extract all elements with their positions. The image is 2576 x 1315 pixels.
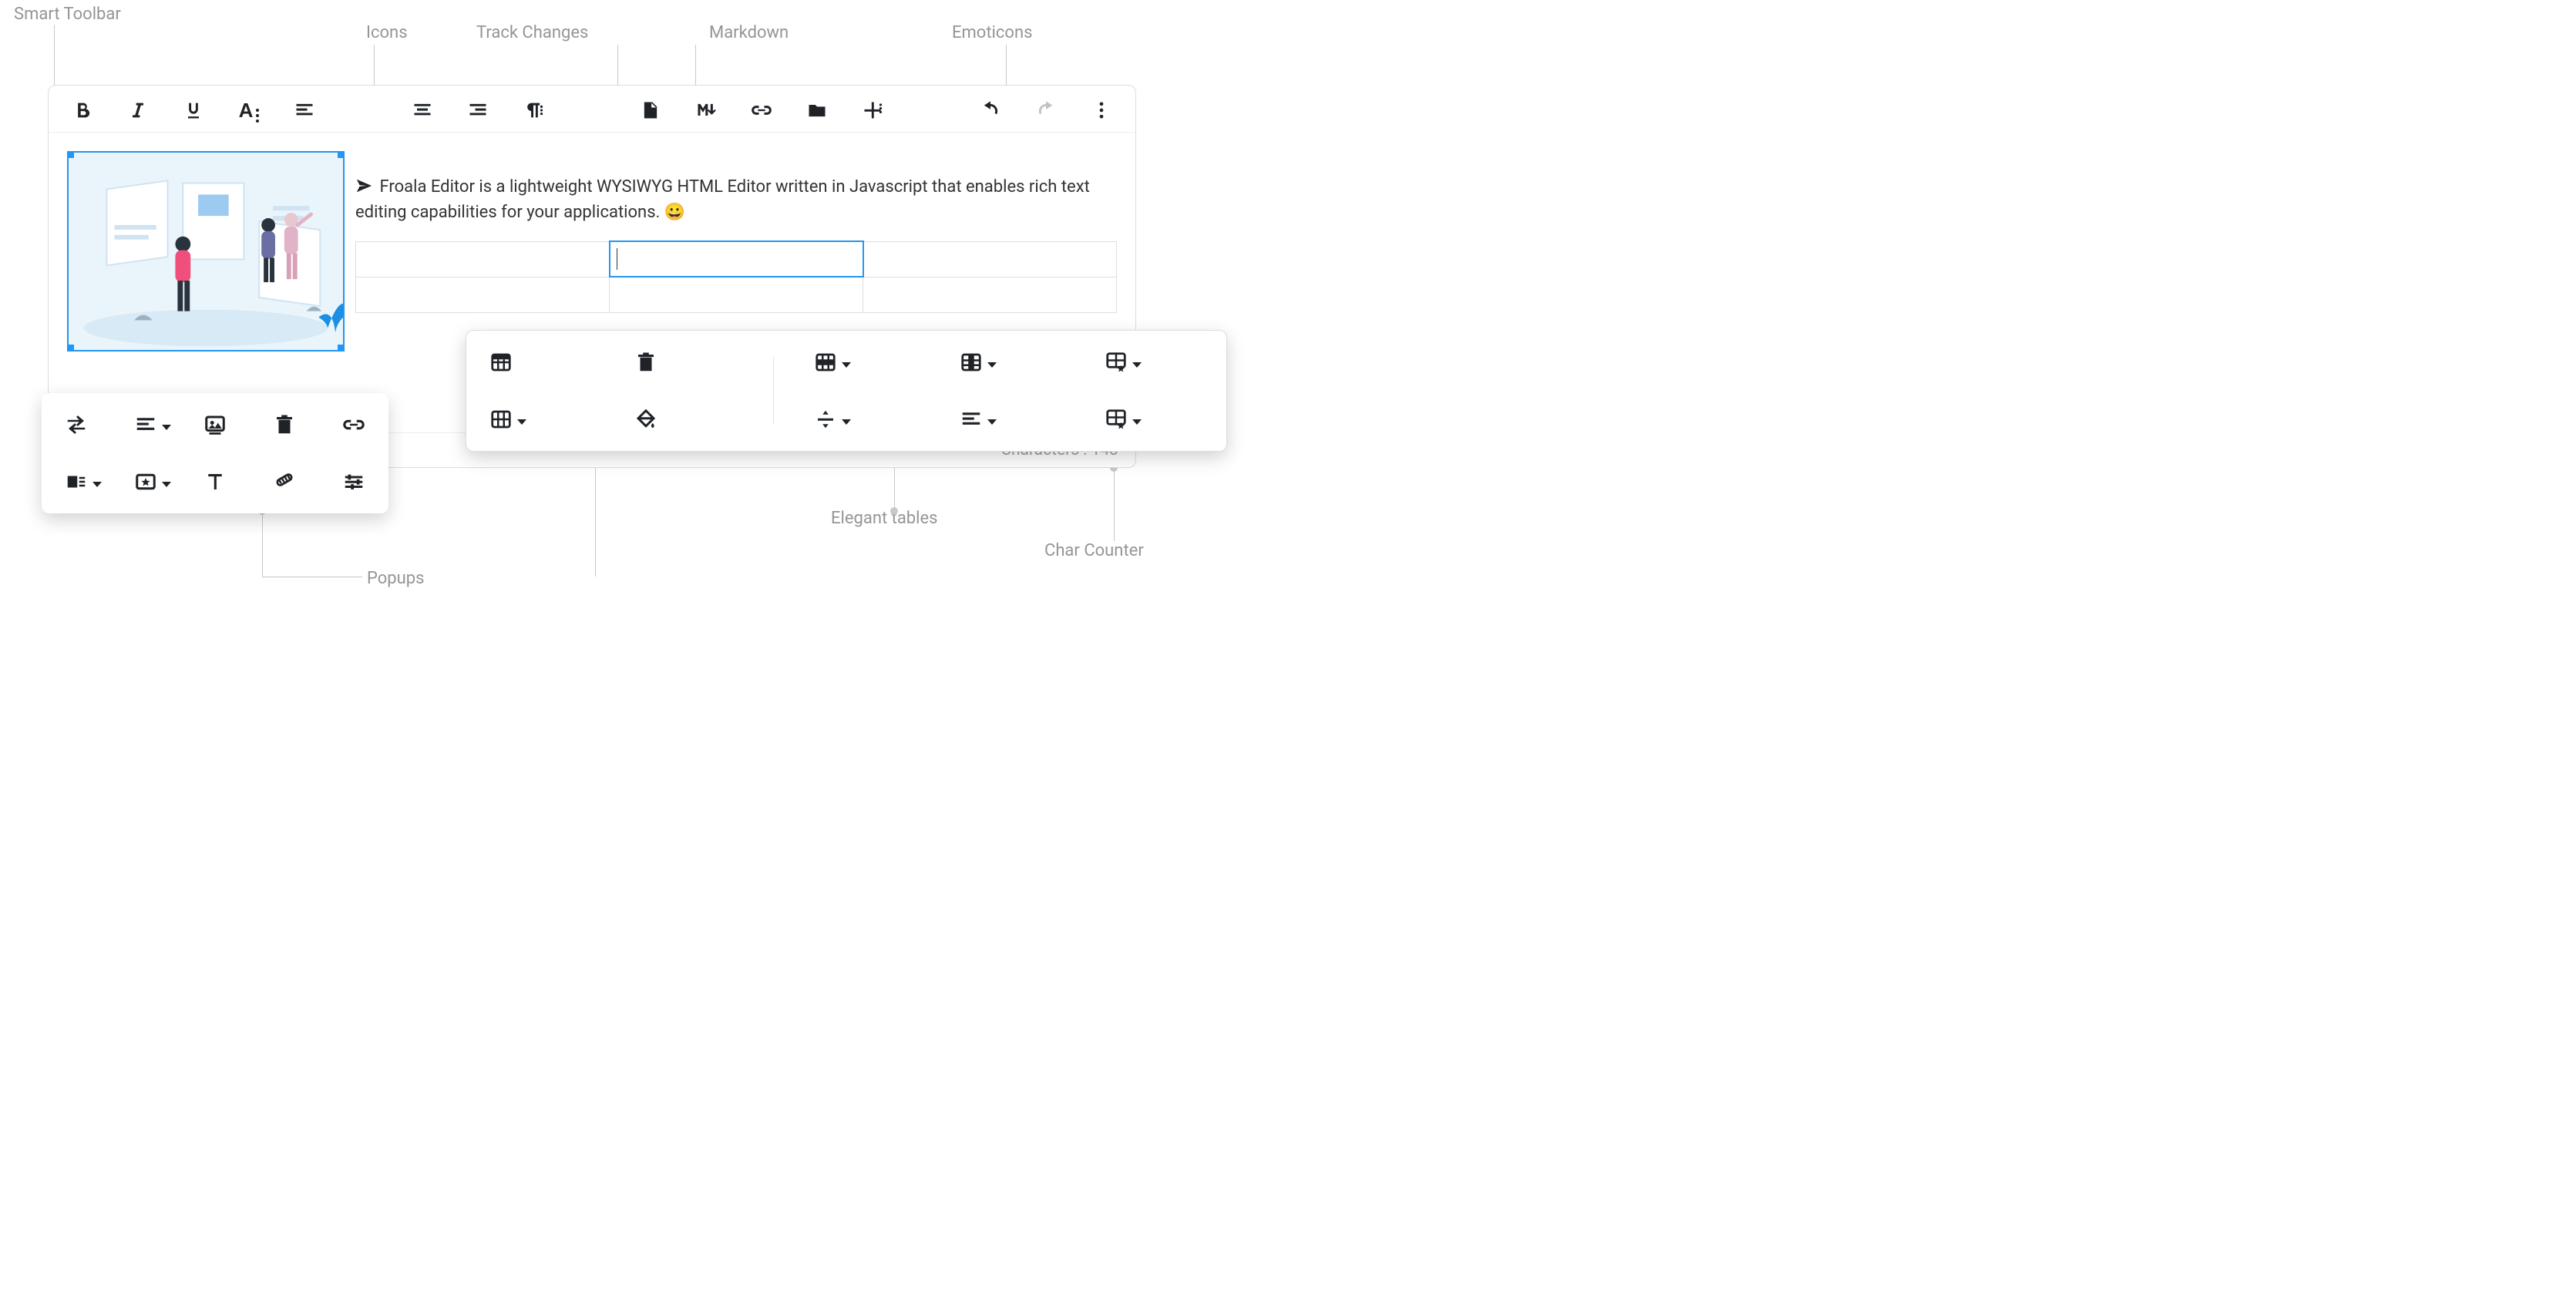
align-right-button[interactable] bbox=[461, 93, 495, 127]
image-display-button[interactable] bbox=[59, 464, 94, 499]
more-vertical-button[interactable] bbox=[1085, 93, 1118, 127]
image-caption-button[interactable] bbox=[197, 407, 233, 442]
table-popup bbox=[466, 330, 1227, 452]
paper-plane-icon bbox=[355, 177, 375, 197]
file-button[interactable] bbox=[800, 93, 834, 127]
table-cellbg-button[interactable] bbox=[628, 402, 664, 437]
label-char-counter: Char Counter bbox=[1044, 541, 1144, 560]
insert-more-button[interactable] bbox=[856, 93, 889, 127]
image-style-button[interactable] bbox=[128, 464, 163, 499]
popup-separator bbox=[773, 357, 774, 425]
paragraph-more-button[interactable] bbox=[516, 93, 550, 127]
align-center-button[interactable] bbox=[405, 93, 439, 127]
format-more-button[interactable]: A bbox=[232, 93, 266, 127]
table-cell[interactable] bbox=[863, 277, 1117, 312]
image-replace-button[interactable] bbox=[59, 407, 94, 442]
markdown-button[interactable] bbox=[689, 93, 723, 127]
italic-button[interactable] bbox=[121, 93, 155, 127]
image-remove-button[interactable] bbox=[267, 407, 302, 442]
table-valign-button[interactable] bbox=[808, 402, 843, 437]
toolbar-align-group bbox=[405, 93, 550, 127]
table-cell[interactable] bbox=[356, 241, 610, 277]
table-cell-active[interactable] bbox=[610, 241, 863, 277]
table-cell-style-button[interactable] bbox=[1098, 345, 1134, 380]
table-row-button[interactable] bbox=[808, 345, 843, 380]
bold-button[interactable] bbox=[66, 93, 99, 127]
smart-toolbar: A bbox=[49, 86, 1135, 133]
toolbar-insert-group bbox=[634, 93, 889, 127]
sample-paragraph[interactable]: Froala Editor is a lightweight WYSIWYG H… bbox=[355, 174, 1135, 225]
label-smart-toolbar: Smart Toolbar bbox=[14, 5, 121, 24]
label-popups: Popups bbox=[367, 569, 424, 588]
table-remove-button[interactable] bbox=[628, 345, 664, 380]
emoji-grin: 😀 bbox=[664, 203, 685, 222]
link-button[interactable] bbox=[745, 93, 779, 127]
table-halign-button[interactable] bbox=[953, 402, 989, 437]
image-popup bbox=[42, 393, 388, 513]
table-column-button[interactable] bbox=[953, 345, 989, 380]
leader-dot bbox=[890, 507, 898, 515]
image-advanced-button[interactable] bbox=[336, 464, 372, 499]
label-elegant-tables: Elegant tables bbox=[831, 509, 938, 528]
image-align-button[interactable] bbox=[128, 407, 163, 442]
resize-handle[interactable] bbox=[67, 151, 74, 158]
image-link-button[interactable] bbox=[336, 407, 372, 442]
track-changes-button[interactable] bbox=[634, 93, 668, 127]
table-cells-button[interactable] bbox=[483, 402, 519, 437]
label-emoticons: Emoticons bbox=[952, 23, 1032, 42]
table-row[interactable] bbox=[356, 277, 1117, 312]
table-cell[interactable] bbox=[863, 241, 1117, 277]
align-left-button[interactable] bbox=[288, 93, 321, 127]
paragraph-text: Froala Editor is a lightweight WYSIWYG H… bbox=[355, 177, 1090, 222]
selected-image[interactable] bbox=[67, 151, 345, 351]
sample-table[interactable] bbox=[355, 240, 1117, 313]
label-markdown: Markdown bbox=[709, 23, 789, 42]
label-icons: Icons bbox=[366, 23, 408, 42]
undo-button[interactable] bbox=[974, 93, 1007, 127]
resize-handle[interactable] bbox=[67, 345, 74, 351]
label-track-changes: Track Changes bbox=[476, 23, 588, 42]
table-cell[interactable] bbox=[356, 277, 610, 312]
leader-line bbox=[262, 513, 263, 577]
toolbar-history-group bbox=[974, 93, 1118, 127]
toolbar-text-group: A bbox=[66, 93, 321, 127]
image-alt-button[interactable] bbox=[197, 464, 233, 499]
table-style-button[interactable] bbox=[1098, 402, 1134, 437]
underline-button[interactable] bbox=[177, 93, 210, 127]
resize-handle[interactable] bbox=[338, 345, 345, 351]
table-cell[interactable] bbox=[610, 277, 863, 312]
table-row[interactable] bbox=[356, 241, 1117, 277]
redo-button[interactable] bbox=[1029, 93, 1063, 127]
sample-illustration bbox=[69, 153, 343, 351]
table-header-button[interactable] bbox=[483, 345, 519, 380]
leader-line bbox=[1114, 470, 1115, 541]
image-size-button[interactable] bbox=[267, 464, 302, 499]
leader-line bbox=[54, 25, 55, 90]
leader-line bbox=[595, 466, 596, 577]
editor-content[interactable]: Froala Editor is a lightweight WYSIWYG H… bbox=[49, 133, 1135, 364]
resize-handle[interactable] bbox=[338, 151, 345, 158]
